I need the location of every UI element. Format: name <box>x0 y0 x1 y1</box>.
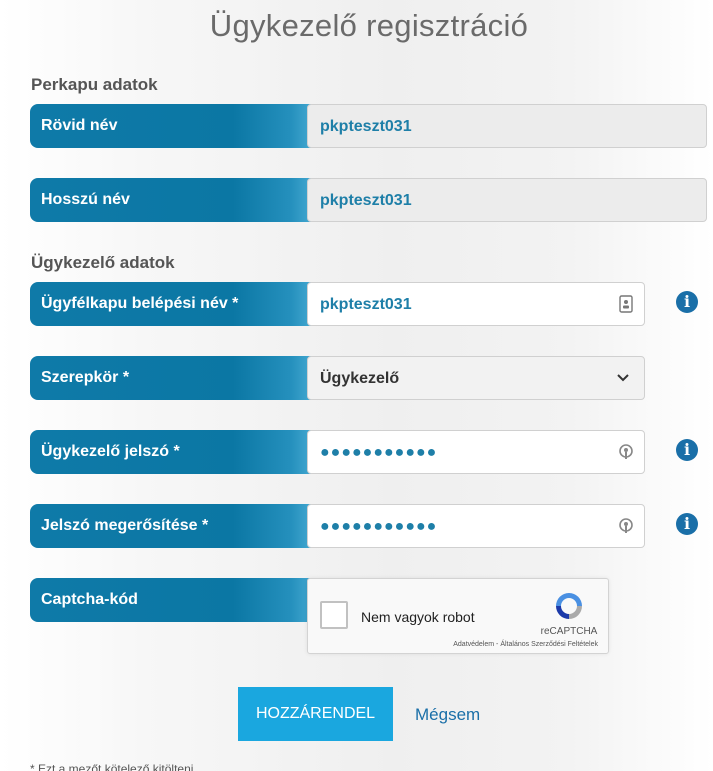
page-title: Ügykezelő regisztráció <box>209 8 529 43</box>
jelszo-megerosites-info-icon[interactable]: i <box>676 513 698 535</box>
hozzarendel-button[interactable]: HOZZÁRENDEL <box>238 687 393 741</box>
recaptcha-brand: reCAPTCHA <box>540 626 598 637</box>
contact-card-icon[interactable] <box>618 295 634 313</box>
jelszo-label: Ügykezelő jelszó * <box>30 430 320 474</box>
rovid-nev-label: Rövid név <box>30 104 320 148</box>
recaptcha-logo-icon <box>556 593 582 619</box>
jelszo-info-icon[interactable]: i <box>676 439 698 461</box>
hosszu-nev-value: pkpteszt031 <box>307 178 707 222</box>
password-confirm-input[interactable]: ●●●●●●●●●●● <box>307 504 645 548</box>
recaptcha-checkbox[interactable] <box>320 601 348 629</box>
ugyfelkapu-info-icon[interactable]: i <box>676 291 698 313</box>
recaptcha-widget: Nem vagyok robot reCAPTCHA Adatvédelem -… <box>307 578 609 654</box>
chevron-down-icon <box>617 374 629 382</box>
recaptcha-links[interactable]: Adatvédelem - Általános Szerződési Felté… <box>308 641 598 648</box>
section-title-ugykezelo: Ügykezelő adatok <box>31 253 175 272</box>
password-confirm-masked-value: ●●●●●●●●●●● <box>320 518 438 535</box>
hosszu-nev-label: Hosszú név <box>30 178 320 222</box>
rovid-nev-value: pkpteszt031 <box>307 104 707 148</box>
szerepkor-selected-value: Ügykezelő <box>320 370 400 387</box>
ugyfelkapu-label: Ügyfélkapu belépési név * <box>30 282 320 326</box>
ugyfelkapu-input-value: pkpteszt031 <box>320 296 412 313</box>
captcha-label: Captcha-kód <box>30 578 320 622</box>
key-icon[interactable] <box>618 443 634 461</box>
megsem-link[interactable]: Mégsem <box>415 705 480 725</box>
szerepkor-label: Szerepkör * <box>30 356 320 400</box>
password-masked-value: ●●●●●●●●●●● <box>320 444 438 461</box>
ugyfelkapu-input[interactable]: pkpteszt031 <box>307 282 645 326</box>
jelszo-megerosites-label: Jelszó megerősítése * <box>30 504 320 548</box>
recaptcha-checkbox-label: Nem vagyok robot <box>361 609 475 625</box>
password-input[interactable]: ●●●●●●●●●●● <box>307 430 645 474</box>
szerepkor-select[interactable]: Ügykezelő <box>307 356 645 400</box>
section-title-perkapu: Perkapu adatok <box>31 75 158 94</box>
key-icon[interactable] <box>618 517 634 535</box>
required-footnote: * Ezt a mezőt kötelező kitölteni <box>30 762 194 771</box>
